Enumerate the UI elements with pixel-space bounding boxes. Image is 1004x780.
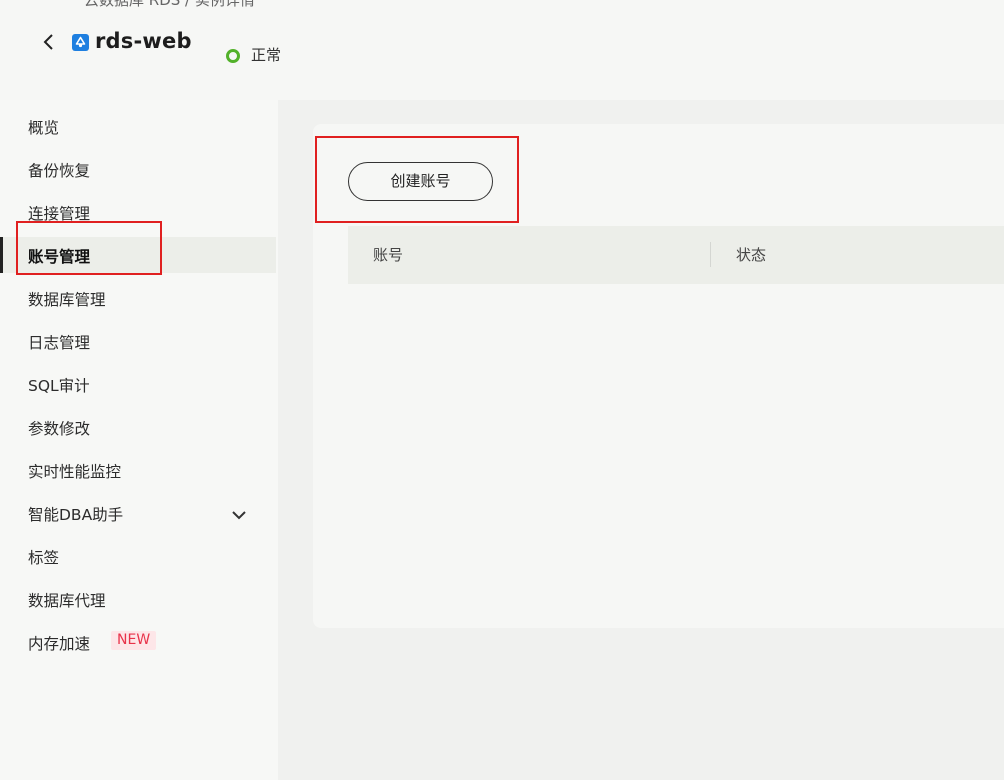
sidebar-item-backup-restore[interactable]: 备份恢复 — [0, 151, 276, 187]
sidebar-item-memory-acceleration[interactable]: 内存加速 NEW — [0, 624, 276, 660]
sidebar-item-databases[interactable]: 数据库管理 — [0, 280, 276, 316]
sidebar-item-label: 概览 — [28, 119, 60, 137]
new-badge: NEW — [111, 631, 157, 650]
sidebar-item-label: 备份恢复 — [28, 162, 91, 180]
create-button-highlight-box — [315, 136, 519, 223]
sidebar-item-overview[interactable]: 概览 — [0, 108, 276, 144]
column-header-account[interactable]: 账号 — [373, 244, 403, 265]
active-indicator — [0, 237, 3, 273]
sidebar-item-db-proxy[interactable]: 数据库代理 — [0, 581, 276, 617]
rds-instance-icon — [72, 34, 89, 51]
breadcrumb[interactable]: 云数据库 RDS / 实例详情 — [84, 0, 255, 10]
sidebar-item-label: 实时性能监控 — [28, 463, 122, 481]
sidebar-item-label: 数据库代理 — [28, 592, 106, 610]
column-divider — [710, 242, 711, 267]
sidebar-item-label: 标签 — [28, 549, 60, 567]
sidebar-item-label: 智能DBA助手 — [28, 506, 124, 524]
sidebar-item-label: 内存加速 — [28, 635, 91, 653]
sidebar-highlight-box — [16, 221, 162, 275]
sidebar-item-label: 数据库管理 — [28, 291, 106, 309]
chevron-down-icon[interactable] — [230, 506, 248, 520]
sidebar-item-performance-monitor[interactable]: 实时性能监控 — [0, 452, 276, 488]
status-indicator-icon — [226, 49, 240, 63]
back-arrow-icon[interactable] — [40, 30, 58, 54]
sidebar-item-dba-assistant[interactable]: 智能DBA助手 — [0, 495, 276, 531]
accounts-table-header: 账号 状态 — [348, 226, 1004, 284]
column-header-status[interactable]: 状态 — [736, 244, 766, 265]
sidebar-item-label: SQL审计 — [28, 377, 90, 395]
instance-status: 正常 — [251, 46, 282, 64]
sidebar-nav: 概览 备份恢复 连接管理 账号管理 数据库管理 日志管理 SQL审计 参数修改 … — [0, 100, 278, 780]
sidebar-item-label: 日志管理 — [28, 334, 91, 352]
sidebar-item-logs[interactable]: 日志管理 — [0, 323, 276, 359]
sidebar-item-sql-audit[interactable]: SQL审计 — [0, 366, 276, 402]
instance-title: rds-web — [95, 29, 192, 53]
sidebar-item-tags[interactable]: 标签 — [0, 538, 276, 574]
sidebar-item-label: 参数修改 — [28, 420, 91, 438]
page-header: 云数据库 RDS / 实例详情 rds-web 正常 — [0, 0, 1004, 100]
sidebar-item-parameters[interactable]: 参数修改 — [0, 409, 276, 445]
